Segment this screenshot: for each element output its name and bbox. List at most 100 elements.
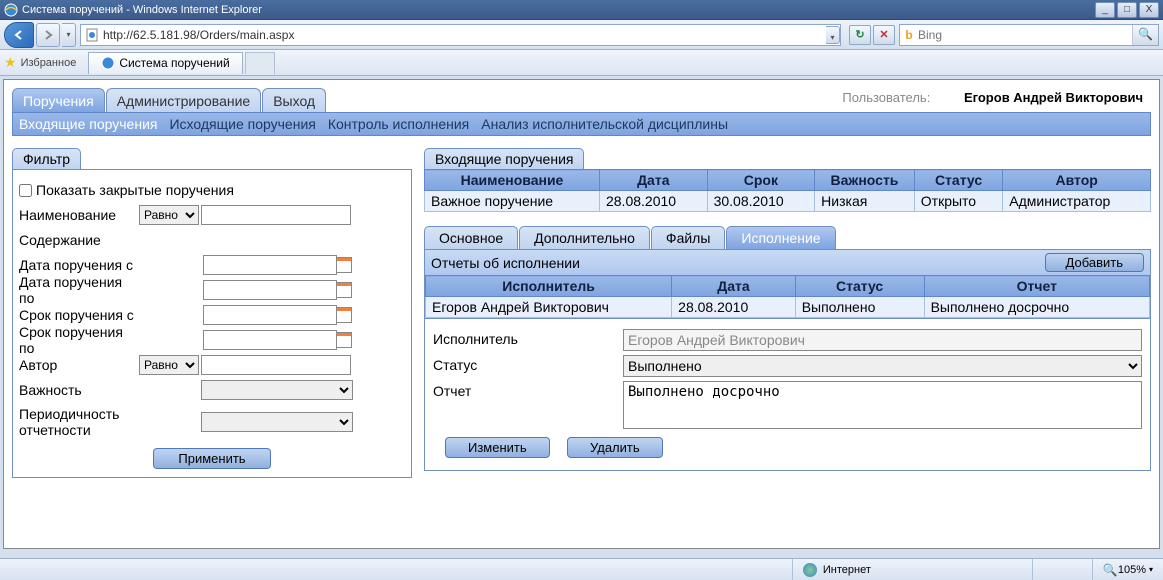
favorites-label[interactable]: Избранное <box>21 57 77 69</box>
filter-dueto-label: Срок поручения по <box>19 324 139 356</box>
filter-periodicity-label: Периодичность отчетности <box>19 406 139 438</box>
filter-author-input[interactable] <box>201 355 351 375</box>
filter-name-input[interactable] <box>201 205 351 225</box>
stop-button[interactable]: ✕ <box>873 25 895 45</box>
star-icon[interactable]: ★ <box>4 54 17 71</box>
col-rstatus[interactable]: Статус <box>795 276 924 297</box>
filter-panel-tab: Фильтр <box>12 148 81 169</box>
back-button[interactable] <box>4 22 34 48</box>
col-executor[interactable]: Исполнитель <box>426 276 672 297</box>
ie-icon <box>4 3 18 17</box>
minimize-button[interactable]: _ <box>1095 2 1115 18</box>
executor-label: Исполнитель <box>433 329 623 347</box>
detail-tabs: Основное Дополнительно Файлы Исполнение <box>424 226 1151 249</box>
subnav-incoming[interactable]: Входящие поручения <box>19 116 157 132</box>
show-closed-checkbox[interactable] <box>19 184 32 197</box>
address-bar: ▾ <box>80 24 841 46</box>
calendar-icon[interactable] <box>336 257 352 273</box>
user-label: Пользователь: <box>842 90 930 105</box>
filter-author-label: Автор <box>19 357 139 373</box>
favorites-bar: ★ Избранное Система поручений <box>0 50 1163 76</box>
subnav-control[interactable]: Контроль исполнения <box>328 116 469 132</box>
filter-datefrom-label: Дата поручения с <box>19 257 139 273</box>
filter-dateto-label: Дата поручения по <box>19 274 139 306</box>
filter-duefrom-label: Срок поручения с <box>19 307 139 323</box>
dtab-execution[interactable]: Исполнение <box>726 226 835 249</box>
arrow-left-icon <box>12 28 26 42</box>
edit-button[interactable]: Изменить <box>445 437 550 458</box>
table-row[interactable]: Егоров Андрей Викторович 28.08.2010 Выпо… <box>426 297 1150 318</box>
refresh-button[interactable]: ↻ <box>849 25 871 45</box>
search-button[interactable]: 🔍 <box>1132 25 1158 45</box>
bing-icon: b <box>900 28 918 42</box>
chevron-down-icon: ▾ <box>1149 565 1153 574</box>
status-bar: Интернет 🔍 105% ▾ <box>0 558 1163 580</box>
filter-datefrom-input[interactable] <box>203 255 337 275</box>
filter-importance-label: Важность <box>19 382 139 398</box>
show-closed-label: Показать закрытые поручения <box>36 182 234 198</box>
status-label: Статус <box>433 355 623 373</box>
browser-tab[interactable]: Система поручений <box>88 52 242 74</box>
subnav-analysis[interactable]: Анализ исполнительской дисциплины <box>481 116 728 132</box>
col-name[interactable]: Наименование <box>425 170 600 191</box>
zoom-value: 105% <box>1118 564 1146 576</box>
calendar-icon[interactable] <box>336 282 352 298</box>
recent-pages-dropdown[interactable]: ▾ <box>62 23 76 47</box>
col-due[interactable]: Срок <box>707 170 815 191</box>
close-button[interactable]: X <box>1139 2 1159 18</box>
arrow-right-icon <box>41 28 55 42</box>
col-rdate[interactable]: Дата <box>672 276 796 297</box>
protected-mode <box>1032 559 1092 580</box>
filter-author-op[interactable]: Равно <box>139 355 199 375</box>
zone-text: Интернет <box>823 564 871 576</box>
filter-dueto-input[interactable] <box>203 330 337 350</box>
tab-admin[interactable]: Администрирование <box>106 88 262 112</box>
url-history-dropdown[interactable]: ▾ <box>826 26 840 44</box>
dtab-additional[interactable]: Дополнительно <box>519 226 650 249</box>
subnav-outgoing[interactable]: Исходящие поручения <box>169 116 315 132</box>
delete-button[interactable]: Удалить <box>567 437 663 458</box>
ie-icon <box>101 56 115 70</box>
filter-importance-select[interactable] <box>201 380 353 400</box>
col-report[interactable]: Отчет <box>924 276 1149 297</box>
col-importance[interactable]: Важность <box>815 170 915 191</box>
tab-exit[interactable]: Выход <box>262 88 326 112</box>
dtab-main[interactable]: Основное <box>424 226 518 249</box>
execution-panel: Отчеты об исполнении Добавить Исполнител… <box>424 249 1151 319</box>
new-tab-button[interactable] <box>245 52 275 74</box>
security-zone[interactable]: Интернет <box>792 559 1032 580</box>
table-header-row: Наименование Дата Срок Важность Статус А… <box>425 170 1151 191</box>
dtab-files[interactable]: Файлы <box>651 226 725 249</box>
search-input[interactable] <box>918 28 1132 42</box>
col-date[interactable]: Дата <box>599 170 707 191</box>
search-bar: b 🔍 <box>899 24 1159 46</box>
filter-dateto-input[interactable] <box>203 280 337 300</box>
col-status[interactable]: Статус <box>914 170 1003 191</box>
calendar-icon[interactable] <box>336 307 352 323</box>
filter-duefrom-input[interactable] <box>203 305 337 325</box>
url-input[interactable] <box>103 28 826 42</box>
maximize-button[interactable]: □ <box>1117 2 1137 18</box>
filter-panel: Показать закрытые поручения Наименование… <box>12 169 412 478</box>
forward-button[interactable] <box>36 23 60 47</box>
apply-filter-button[interactable]: Применить <box>153 448 270 469</box>
calendar-icon[interactable] <box>336 332 352 348</box>
tab-orders[interactable]: Поручения <box>12 88 105 112</box>
add-report-button[interactable]: Добавить <box>1045 253 1144 272</box>
report-form: Исполнитель Статус Выполнено Отчет Измен… <box>424 319 1151 471</box>
sub-navigation: Входящие поручения Исходящие поручения К… <box>12 112 1151 136</box>
col-author[interactable]: Автор <box>1003 170 1151 191</box>
user-name: Егоров Андрей Викторович <box>964 90 1143 105</box>
filter-name-label: Наименование <box>19 207 139 223</box>
page-content: Поручения Администрирование Выход Пользо… <box>3 79 1160 549</box>
filter-periodicity-select[interactable] <box>201 412 353 432</box>
filter-name-op[interactable]: Равно <box>139 205 199 225</box>
status-select[interactable]: Выполнено <box>623 355 1142 377</box>
report-label: Отчет <box>433 381 623 399</box>
page-icon <box>85 28 99 42</box>
report-textarea[interactable] <box>623 381 1142 429</box>
filter-content-label: Содержание <box>19 232 139 248</box>
zoom-section[interactable]: 🔍 105% ▾ <box>1092 559 1163 580</box>
table-row[interactable]: Важное поручение 28.08.2010 30.08.2010 Н… <box>425 191 1151 212</box>
grid-panel-tab: Входящие поручения <box>424 148 584 169</box>
